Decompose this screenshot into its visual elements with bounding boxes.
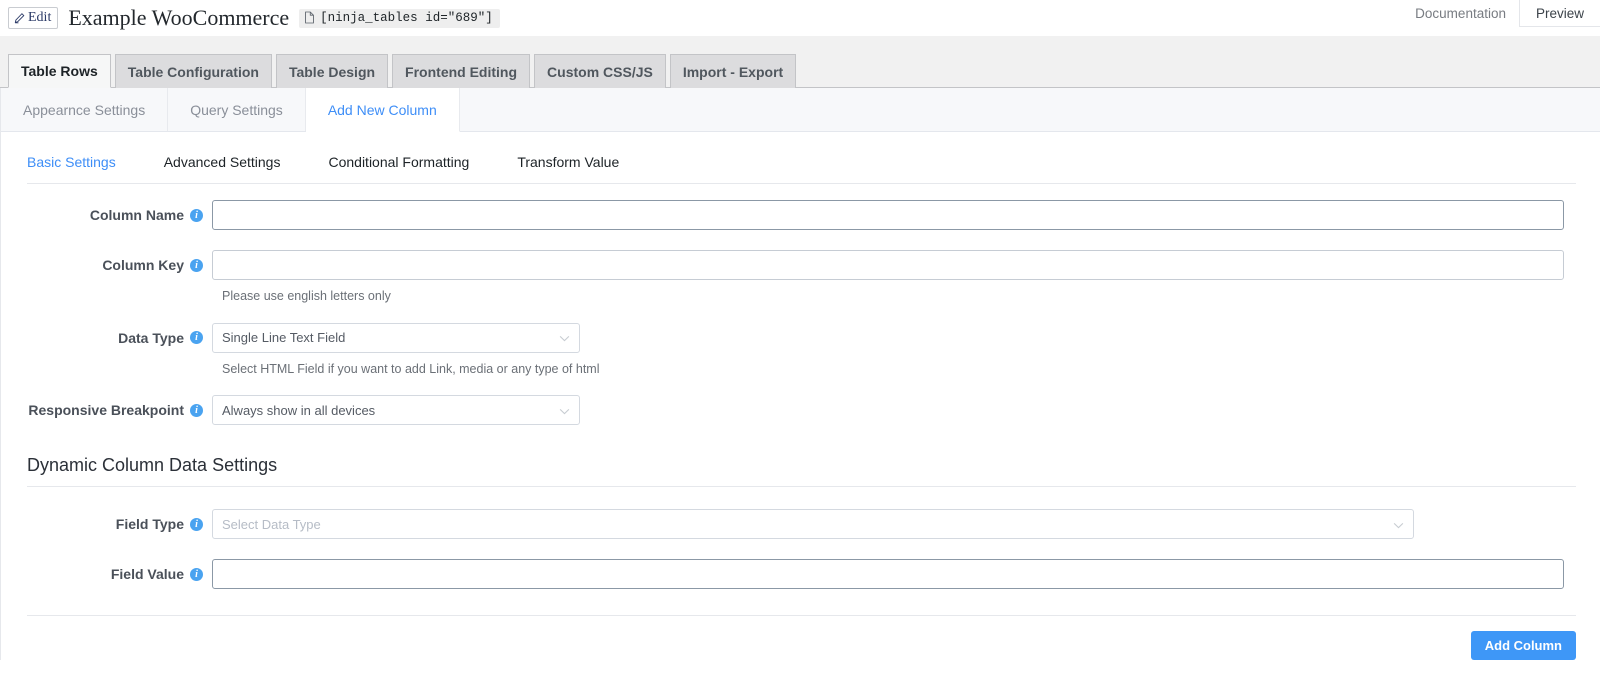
subtab-add-new-column[interactable]: Add New Column — [305, 88, 460, 132]
tab-import-export[interactable]: Import - Export — [669, 54, 797, 88]
label-column-key: Column Key i — [27, 257, 212, 273]
chevron-down-icon — [551, 330, 570, 345]
label-field-value: Field Value i — [27, 566, 212, 582]
page-title: Example WooCommerce — [68, 5, 290, 30]
chevron-down-icon — [1385, 517, 1404, 532]
subtab-appearance-settings[interactable]: Appearnce Settings — [1, 88, 169, 131]
info-icon-field-type[interactable]: i — [190, 517, 203, 531]
label-responsive-breakpoint: Responsive Breakpoint i — [27, 402, 212, 418]
add-column-button[interactable]: Add Column — [1470, 631, 1576, 660]
label-column-key-text: Column Key — [102, 257, 184, 273]
label-data-type-text: Data Type — [118, 329, 184, 346]
label-responsive-breakpoint-text: Responsive Breakpoint — [28, 402, 184, 418]
data-type-value: Single Line Text Field — [222, 330, 346, 345]
chevron-down-icon — [551, 403, 570, 418]
label-column-name-text: Column Name — [89, 207, 184, 223]
label-field-type: Field Type i — [27, 516, 212, 532]
innertab-transform-value[interactable]: Transform Value — [517, 154, 643, 183]
dynamic-section-divider — [27, 486, 1576, 487]
info-icon-column-key[interactable]: i — [190, 258, 203, 272]
subtab-query-settings[interactable]: Query Settings — [168, 88, 306, 131]
info-icon-field-value[interactable]: i — [190, 567, 203, 581]
content-panel: Appearnce Settings Query Settings Add Ne… — [0, 88, 1600, 660]
form-footer: Add Column — [1, 616, 1600, 660]
spacer-c — [27, 375, 1576, 395]
main-tab-bar: Table Rows Table Configuration Table Des… — [0, 36, 1600, 88]
responsive-breakpoint-select[interactable]: Always show in all devices — [212, 395, 580, 425]
info-icon-data-type[interactable]: i — [190, 331, 203, 344]
tab-custom-css-js[interactable]: Custom CSS/JS — [534, 54, 666, 88]
label-data-type: Data Type i — [27, 330, 212, 346]
header-actions: Documentation Preview — [1402, 0, 1600, 27]
column-key-input[interactable] — [212, 250, 1564, 280]
add-column-form: Column Name i Column Key i Please use en… — [1, 184, 1600, 589]
spacer-e — [27, 539, 1576, 559]
document-icon — [304, 11, 315, 24]
data-type-select[interactable]: Single Line Text Field — [212, 322, 580, 353]
tab-table-design[interactable]: Table Design — [275, 54, 389, 88]
label-field-type-text: Field Type — [115, 516, 184, 532]
shortcode-text: [ninja_tables id="689"] — [320, 10, 493, 25]
field-type-select[interactable]: Select Data Type — [212, 509, 1414, 539]
row-field-value: Field Value i — [27, 559, 1576, 589]
tab-frontend-editing[interactable]: Frontend Editing — [392, 54, 531, 88]
row-field-type: Field Type i Select Data Type — [27, 509, 1576, 539]
documentation-link[interactable]: Documentation — [1402, 0, 1519, 27]
info-icon-responsive-breakpoint[interactable]: i — [190, 403, 203, 417]
spacer-b — [27, 303, 1576, 323]
page-header: Edit Example WooCommerce [ninja_tables i… — [0, 0, 1600, 36]
inner-tab-bar: Basic Settings Advanced Settings Conditi… — [1, 132, 1600, 183]
spacer-d — [27, 425, 1576, 455]
tab-table-configuration[interactable]: Table Configuration — [114, 54, 272, 88]
row-data-type: Data Type i Single Line Text Field — [27, 322, 1576, 353]
innertab-basic-settings[interactable]: Basic Settings — [27, 154, 140, 183]
field-value-input[interactable] — [212, 559, 1564, 589]
innertab-conditional-formatting[interactable]: Conditional Formatting — [328, 154, 493, 183]
pencil-icon — [14, 12, 25, 24]
innertab-advanced-settings[interactable]: Advanced Settings — [164, 154, 305, 183]
responsive-breakpoint-value: Always show in all devices — [222, 402, 376, 418]
field-type-placeholder: Select Data Type — [222, 516, 321, 532]
dynamic-section-title: Dynamic Column Data Settings — [27, 455, 278, 475]
preview-button[interactable]: Preview — [1518, 0, 1600, 27]
row-responsive-breakpoint: Responsive Breakpoint i Always show in a… — [27, 395, 1576, 425]
label-field-value-text: Field Value — [110, 566, 184, 582]
row-column-key: Column Key i — [27, 250, 1576, 280]
help-data-type: Select HTML Field if you want to add Lin… — [222, 361, 600, 376]
shortcode-badge[interactable]: [ninja_tables id="689"] — [299, 8, 500, 28]
help-column-key: Please use english letters only — [222, 289, 391, 303]
row-column-name: Column Name i — [27, 200, 1576, 230]
sub-tab-filler — [460, 88, 1600, 131]
tab-table-rows[interactable]: Table Rows — [8, 54, 111, 88]
label-column-name: Column Name i — [27, 207, 212, 223]
edit-button[interactable]: Edit — [8, 7, 59, 29]
edit-button-label: Edit — [28, 10, 52, 25]
column-name-input[interactable] — [212, 200, 1564, 230]
spacer-a — [27, 230, 1576, 250]
sub-tab-bar: Appearnce Settings Query Settings Add Ne… — [1, 88, 1600, 132]
info-icon-column-name[interactable]: i — [190, 208, 203, 222]
